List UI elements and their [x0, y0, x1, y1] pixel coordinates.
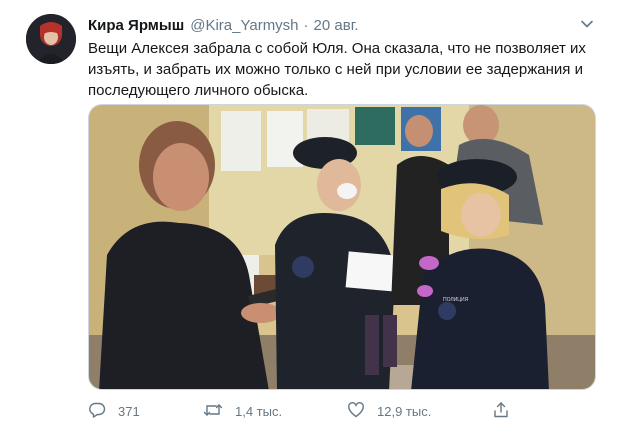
like-count: 12,9 тыс. — [377, 403, 432, 419]
chevron-down-icon[interactable] — [577, 14, 597, 34]
tweet-actions: 371 1,4 тыс. 12,9 тыс. — [88, 400, 528, 422]
reply-icon — [88, 401, 118, 422]
retweet-icon — [203, 401, 235, 422]
heart-icon — [347, 401, 377, 422]
tweet-header: Кира Ярмыш @Kira_Yarmysh · 20 авг. — [88, 14, 359, 36]
retweet-button[interactable]: 1,4 тыс. — [203, 400, 282, 422]
reply-count: 371 — [118, 403, 140, 419]
tweet: Кира Ярмыш @Kira_Yarmysh · 20 авг. Вещи … — [0, 0, 623, 429]
image-text: ПОЛИЦИЯ — [443, 297, 469, 303]
tweet-date[interactable]: 20 авг. — [314, 17, 359, 34]
retweet-count: 1,4 тыс. — [235, 403, 283, 419]
reply-button[interactable]: 371 — [88, 400, 140, 422]
share-icon — [492, 401, 522, 422]
share-button[interactable] — [492, 400, 522, 422]
author-name[interactable]: Кира Ярмыш — [88, 17, 184, 34]
tweet-text: Вещи Алексея забрала с собой Юля. Она ск… — [88, 40, 586, 99]
avatar[interactable] — [26, 14, 76, 64]
tweet-photo[interactable]: ПОЛИЦИЯ — [88, 104, 596, 390]
separator: · — [303, 16, 309, 34]
author-handle[interactable]: @Kira_Yarmysh — [190, 17, 298, 34]
like-button[interactable]: 12,9 тыс. — [347, 400, 431, 422]
